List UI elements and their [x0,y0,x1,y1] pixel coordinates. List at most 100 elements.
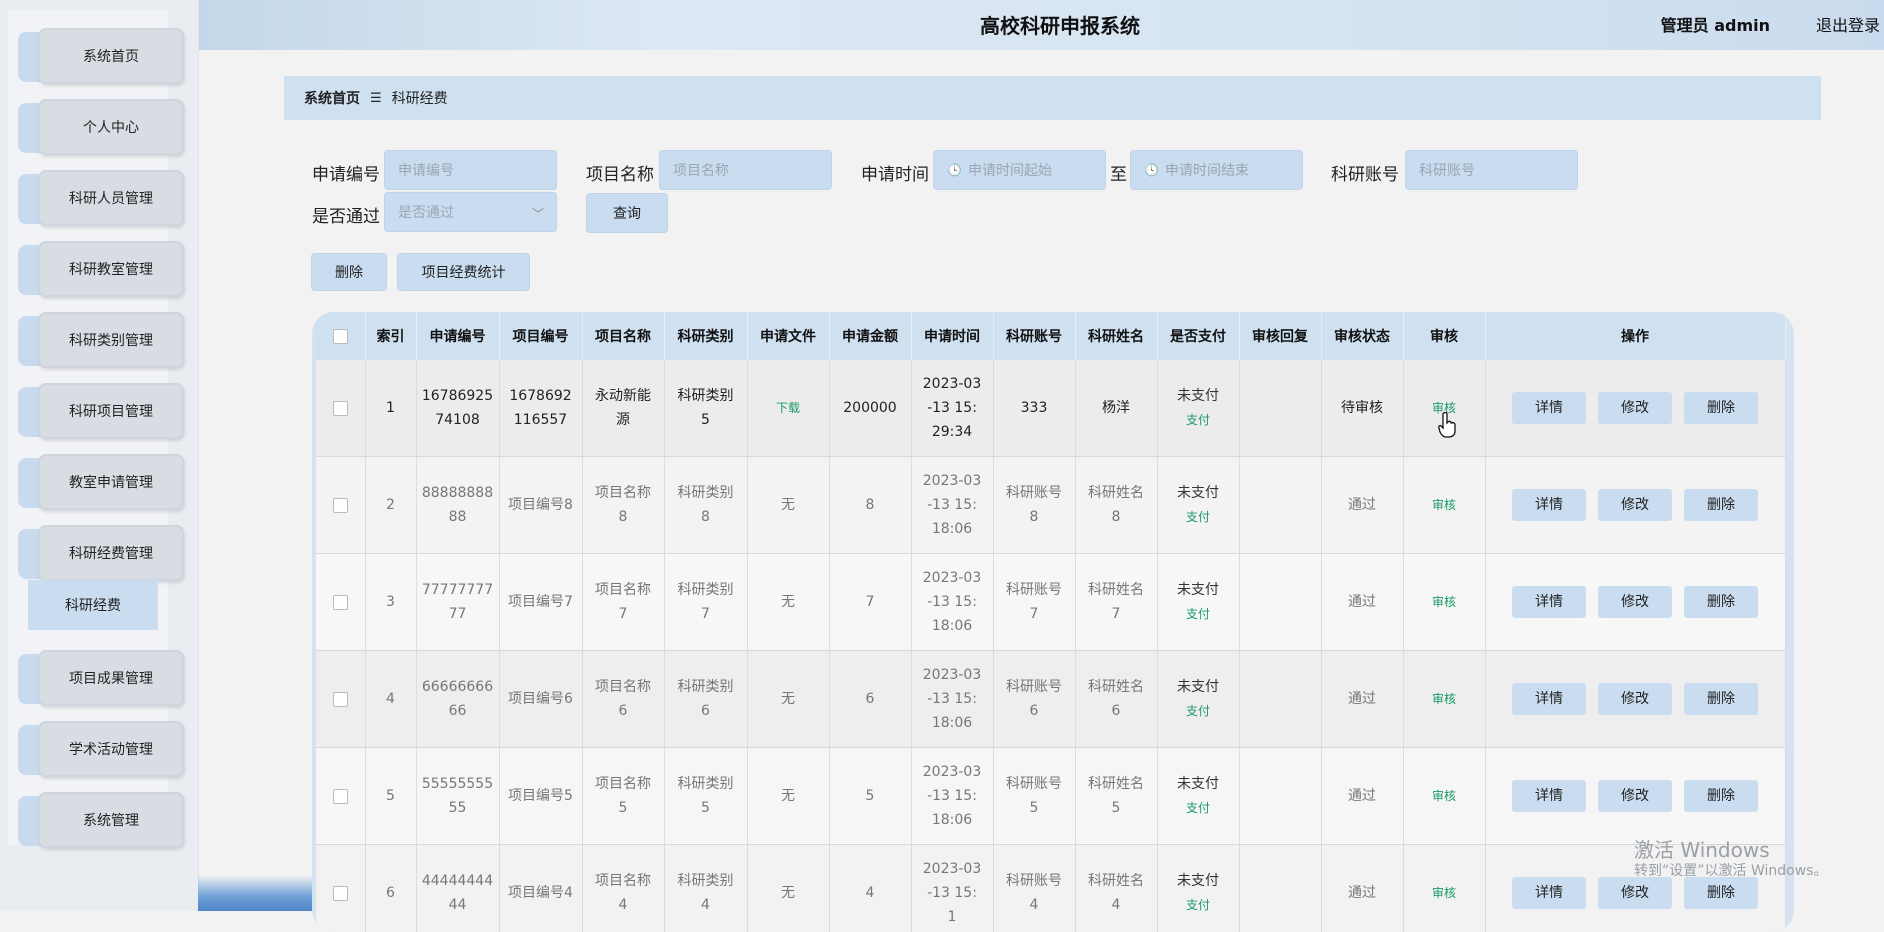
delete-button[interactable]: 删除 [1684,586,1758,618]
cell-apply-no-text: 66666666 66 [422,679,493,719]
cell-audit[interactable]: 审核 [1403,845,1485,932]
row-checkbox[interactable] [316,651,365,748]
sidebar-item-categories[interactable]: 科研类别管理 [18,312,182,366]
cell-audit-text[interactable]: 审核 [1432,886,1456,900]
sidebar-item-classroom-apply[interactable]: 教室申请管理 [18,454,182,508]
cell-audit[interactable]: 审核 [1403,360,1485,457]
cell-audit-text[interactable]: 审核 [1432,692,1456,706]
cell-file: 无 [747,845,829,932]
detail-button[interactable]: 详情 [1512,489,1586,521]
edit-button[interactable]: 修改 [1598,392,1672,424]
cell-project-no-text: 项目编号7 [508,594,573,610]
cell-time: 2023-03 -13 15: 18:06 [911,457,993,554]
sidebar-subitem-funding[interactable]: 科研经费 [28,580,158,630]
cell-audit-text[interactable]: 审核 [1432,595,1456,609]
sidebar-item-achievements[interactable]: 项目成果管理 [18,650,182,704]
cell-audit[interactable]: 审核 [1403,651,1485,748]
edit-button[interactable]: 修改 [1598,586,1672,618]
detail-button[interactable]: 详情 [1512,392,1586,424]
detail-button[interactable]: 详情 [1512,586,1586,618]
cell-project-name: 项目名称 6 [582,651,664,748]
apply-time-start-input[interactable]: 🕓申请时间起始 [933,150,1106,190]
cell-apply-no: 77777777 77 [416,554,499,651]
detail-button[interactable]: 详情 [1512,683,1586,715]
sidebar-item-classrooms[interactable]: 科研教室管理 [18,241,182,295]
cell-category: 科研类别 8 [664,457,747,554]
cell-project-no: 1678692 116557 [499,360,582,457]
edit-button[interactable]: 修改 [1598,683,1672,715]
detail-button[interactable]: 详情 [1512,877,1586,909]
pay-link[interactable]: 支付 [1162,699,1235,723]
batch-delete-button[interactable]: 删除 [311,253,387,291]
cell-audit[interactable]: 审核 [1403,554,1485,651]
edit-button[interactable]: 修改 [1598,877,1672,909]
cell-account: 科研账号 5 [993,748,1075,845]
edit-button[interactable]: 修改 [1598,489,1672,521]
cell-name-text: 科研姓名 4 [1088,873,1144,913]
cell-actions: 详情修改删除 [1485,554,1785,651]
cell-name: 科研姓名 4 [1075,845,1157,932]
pay-link[interactable]: 支付 [1162,893,1235,917]
cell-name-text: 科研姓名 5 [1088,776,1144,816]
cell-file[interactable]: 下载 [747,360,829,457]
pay-link[interactable]: 支付 [1162,602,1235,626]
cell-audit[interactable]: 审核 [1403,457,1485,554]
account-input[interactable]: 科研账号 [1405,150,1578,190]
sidebar-item-system[interactable]: 系统管理 [18,792,182,846]
detail-button[interactable]: 详情 [1512,780,1586,812]
col-header: 申请金额 [829,312,911,360]
row-checkbox[interactable] [316,845,365,932]
breadcrumb-current: 科研经费 [392,88,448,108]
sidebar-item-home[interactable]: 系统首页 [18,28,182,82]
edit-button[interactable]: 修改 [1598,780,1672,812]
clock-icon: 🕓 [1144,163,1159,177]
cell-time-text: 2023-03 -13 15: 18:06 [923,667,982,731]
funding-stats-button[interactable]: 项目经费统计 [397,253,530,291]
select-all-checkbox[interactable] [316,312,365,360]
sidebar-item-researchers[interactable]: 科研人员管理 [18,170,182,224]
breadcrumb-home[interactable]: 系统首页 [304,88,360,108]
cell-status: 通过 [1321,651,1403,748]
delete-button[interactable]: 删除 [1684,780,1758,812]
apply-no-label: 申请编号 [312,160,380,185]
cell-project-no: 项目编号7 [499,554,582,651]
sidebar-item-academic[interactable]: 学术活动管理 [18,721,182,775]
pay-link[interactable]: 支付 [1162,796,1235,820]
paid-status: 未支付 [1162,578,1235,602]
cell-project-name-text: 项目名称 7 [595,582,651,622]
cell-status-text: 通过 [1348,788,1376,804]
cell-index: 2 [365,457,416,554]
cell-audit[interactable]: 审核 [1403,748,1485,845]
project-name-input[interactable]: 项目名称 [659,150,832,190]
cell-audit-text[interactable]: 审核 [1432,789,1456,803]
cell-audit-text[interactable]: 审核 [1432,498,1456,512]
sidebar-item-profile[interactable]: 个人中心 [18,99,182,153]
sidebar-item-funding[interactable]: 科研经费管理 [18,525,182,579]
cell-amount-text: 7 [866,594,875,610]
delete-button[interactable]: 删除 [1684,877,1758,909]
row-checkbox[interactable] [316,554,365,651]
passed-select[interactable]: 是否通过﹀ [384,192,557,232]
paid-status: 未支付 [1162,675,1235,699]
query-button[interactable]: 查询 [586,193,668,233]
row-checkbox[interactable] [316,748,365,845]
row-checkbox[interactable] [316,457,365,554]
table-row: 466666666 66项目编号6项目名称 6科研类别 6无62023-03 -… [316,651,1785,748]
cell-file-text[interactable]: 下载 [776,401,800,415]
delete-button[interactable]: 删除 [1684,489,1758,521]
top-header: 高校科研申报系统 管理员 admin 退出登录 [0,0,1884,50]
sidebar-item-projects[interactable]: 科研项目管理 [18,383,182,437]
logout-link[interactable]: 退出登录 [1816,12,1880,36]
apply-no-input[interactable]: 申请编号 [384,150,557,190]
cell-category-text: 科研类别 5 [678,776,734,816]
pay-link[interactable]: 支付 [1162,505,1235,529]
apply-time-end-input[interactable]: 🕓申请时间结束 [1130,150,1303,190]
delete-button[interactable]: 删除 [1684,683,1758,715]
row-checkbox[interactable] [316,360,365,457]
cell-amount-text: 5 [866,788,875,804]
pay-link[interactable]: 支付 [1162,408,1235,432]
cell-index-text: 5 [386,788,395,804]
delete-button[interactable]: 删除 [1684,392,1758,424]
cell-time: 2023-03 -13 15: 29:34 [911,360,993,457]
cell-time-text: 2023-03 -13 15: 1 [923,861,982,925]
